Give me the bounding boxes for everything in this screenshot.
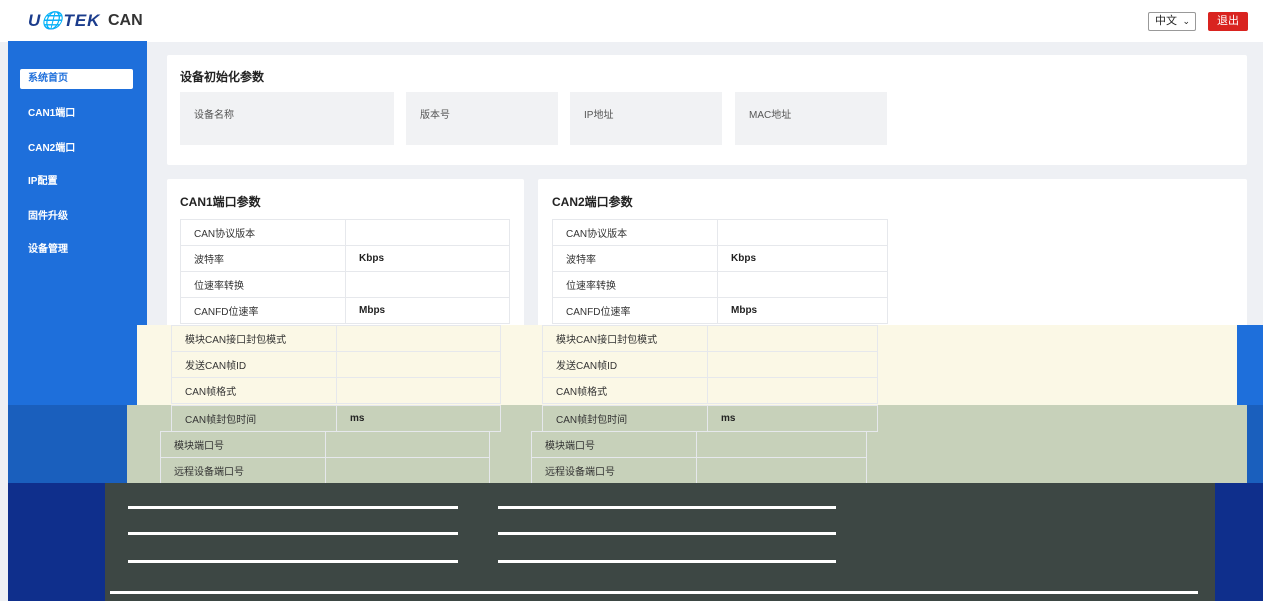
can1-port-table: 模块端口号 远程设备端口号 (160, 431, 490, 484)
ip-address-field: IP地址 (570, 92, 722, 145)
row-label: 位速率转换 (552, 271, 718, 298)
sidebar-item-home[interactable]: 系统首页 (20, 69, 133, 89)
table-row: CAN帧封包时间 ms (542, 405, 878, 432)
table-row: 模块端口号 (531, 431, 867, 458)
glitch-band-dark (105, 483, 1215, 601)
table-row: 模块CAN接口封包模式 (542, 325, 878, 352)
table-row: CAN帧格式 (542, 377, 878, 404)
row-value: Kbps (717, 245, 888, 272)
table-row: CAN帧封包时间 ms (171, 405, 501, 432)
can2-params-table: CAN协议版本 波特率 Kbps 位速率转换 CANFD位速率 Mbps (552, 219, 888, 324)
glitch-line (498, 532, 836, 535)
table-row: 发送CAN帧ID (171, 351, 501, 378)
row-label: CANFD位速率 (552, 297, 718, 324)
chevron-down-icon: ⌄ (1182, 16, 1190, 26)
device-init-title: 设备初始化参数 (180, 70, 265, 84)
glitch-line (128, 506, 458, 509)
glitch-line (110, 591, 1198, 594)
app-name: CAN (108, 12, 143, 29)
row-value (696, 431, 867, 458)
can2-title: CAN2端口参数 (552, 195, 633, 209)
row-label: CAN帧封包时间 (542, 405, 708, 432)
table-row: 模块CAN接口封包模式 (171, 325, 501, 352)
table-row: 位速率转换 (180, 271, 510, 298)
table-row: 远程设备端口号 (531, 457, 867, 484)
row-label: 位速率转换 (180, 271, 346, 298)
can1-title: CAN1端口参数 (180, 195, 261, 209)
row-label: 模块CAN接口封包模式 (171, 325, 337, 352)
row-label: 远程设备端口号 (160, 457, 326, 484)
row-value: ms (707, 405, 878, 432)
row-label: 模块端口号 (531, 431, 697, 458)
row-value (325, 457, 490, 484)
sidebar-item-can2[interactable]: CAN2端口 (20, 139, 133, 159)
row-value: Mbps (345, 297, 510, 324)
row-value (707, 351, 878, 378)
glitch-line (498, 506, 836, 509)
row-label: 远程设备端口号 (531, 457, 697, 484)
row-value: Mbps (717, 297, 888, 324)
row-value (345, 219, 510, 246)
glitch-line (128, 532, 458, 535)
row-value (707, 325, 878, 352)
can1-params-table-olive: CAN帧封包时间 ms (171, 405, 501, 432)
table-row: CAN帧格式 (171, 377, 501, 404)
table-row: 远程设备端口号 (160, 457, 490, 484)
row-value (336, 377, 501, 404)
table-row: CANFD位速率 Mbps (180, 297, 510, 324)
logout-button[interactable]: 退出 (1208, 12, 1248, 31)
can2-params-table-olive: CAN帧封包时间 ms (542, 405, 878, 432)
table-row: CANFD位速率 Mbps (552, 297, 888, 324)
row-label: 模块端口号 (160, 431, 326, 458)
row-label: CAN帧封包时间 (171, 405, 337, 432)
device-name-field: 设备名称 (180, 92, 394, 145)
row-value (717, 271, 888, 298)
row-label: CAN协议版本 (180, 219, 346, 246)
glitch-line (498, 560, 836, 563)
table-row: 模块端口号 (160, 431, 490, 458)
can2-params-table-shifted: 模块CAN接口封包模式 发送CAN帧ID CAN帧格式 (542, 325, 878, 404)
can1-params-table: CAN协议版本 波特率 Kbps 位速率转换 CANFD位速率 Mbps (180, 219, 510, 324)
language-value: 中文 (1155, 15, 1177, 27)
row-value (696, 457, 867, 484)
row-value (336, 325, 501, 352)
table-row: CAN协议版本 (180, 219, 510, 246)
row-value (325, 431, 490, 458)
row-label: 发送CAN帧ID (171, 351, 337, 378)
language-select[interactable]: 中文 ⌄ (1148, 12, 1196, 31)
row-label: CAN帧格式 (171, 377, 337, 404)
row-label: 波特率 (552, 245, 718, 272)
table-row: 波特率 Kbps (180, 245, 510, 272)
row-label: CANFD位速率 (180, 297, 346, 324)
can1-params-table-shifted: 模块CAN接口封包模式 发送CAN帧ID CAN帧格式 (171, 325, 501, 404)
row-label: CAN协议版本 (552, 219, 718, 246)
brand-logo: U🌐TEK (28, 11, 101, 30)
top-header: U🌐TEK CAN 中文 ⌄ 退出 (0, 0, 1263, 42)
mac-address-field: MAC地址 (735, 92, 887, 145)
sidebar-item-device-mgmt[interactable]: 设备管理 (20, 240, 133, 260)
sidebar-item-can1[interactable]: CAN1端口 (20, 104, 133, 124)
row-label: 模块CAN接口封包模式 (542, 325, 708, 352)
row-value: Kbps (345, 245, 510, 272)
row-value (345, 271, 510, 298)
row-label: 发送CAN帧ID (542, 351, 708, 378)
can2-port-table: 模块端口号 远程设备端口号 (531, 431, 867, 484)
sidebar-item-ip-config[interactable]: IP配置 (20, 172, 133, 192)
row-label: CAN帧格式 (542, 377, 708, 404)
table-row: 波特率 Kbps (552, 245, 888, 272)
table-row: 发送CAN帧ID (542, 351, 878, 378)
row-value (717, 219, 888, 246)
row-label: 波特率 (180, 245, 346, 272)
row-value (707, 377, 878, 404)
version-field: 版本号 (406, 92, 558, 145)
sidebar-item-firmware[interactable]: 固件升级 (20, 207, 133, 227)
table-row: CAN协议版本 (552, 219, 888, 246)
row-value (336, 351, 501, 378)
row-value: ms (336, 405, 501, 432)
table-row: 位速率转换 (552, 271, 888, 298)
glitch-line (128, 560, 458, 563)
